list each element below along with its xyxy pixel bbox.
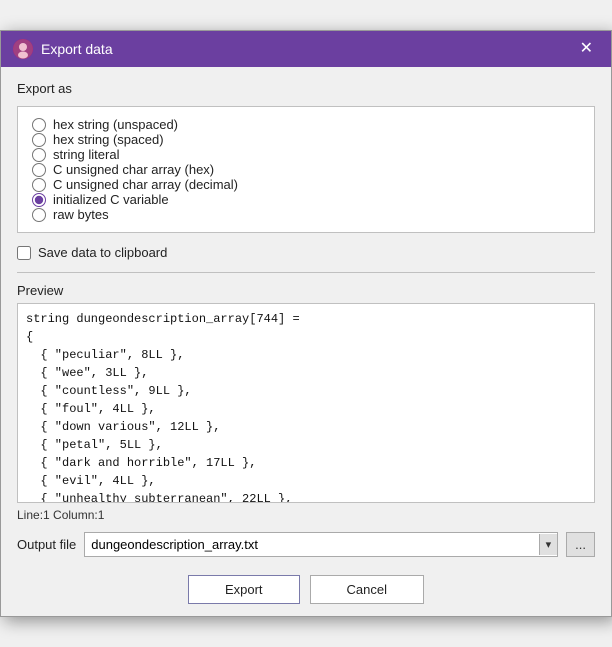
radio-label-hex_spaced: hex string (spaced) — [53, 132, 164, 147]
output-file-row: Output file ▾ ... — [17, 532, 595, 557]
radio-c_unsigned_decimal[interactable] — [32, 178, 46, 192]
title-bar: Export data ✕ — [1, 31, 611, 67]
preview-line: { "countless", 9LL }, — [26, 382, 586, 400]
export-options-group: hex string (unspaced)hex string (spaced)… — [17, 106, 595, 233]
radio-hex_spaced[interactable] — [32, 133, 46, 147]
radio-option-initialized_c[interactable]: initialized C variable — [32, 192, 580, 207]
separator — [17, 272, 595, 273]
preview-line: { "down various", 12LL }, — [26, 418, 586, 436]
radio-label-c_unsigned_hex: C unsigned char array (hex) — [53, 162, 214, 177]
radio-label-hex_unspaced: hex string (unspaced) — [53, 117, 178, 132]
preview-line: { "wee", 3LL }, — [26, 364, 586, 382]
browse-button[interactable]: ... — [566, 532, 595, 557]
preview-line: { — [26, 328, 586, 346]
cancel-button[interactable]: Cancel — [310, 575, 424, 604]
preview-line: string dungeondescription_array[744] = — [26, 310, 586, 328]
radio-hex_unspaced[interactable] — [32, 118, 46, 132]
radio-option-hex_spaced[interactable]: hex string (spaced) — [32, 132, 580, 147]
dialog-title: Export data — [41, 41, 113, 57]
save-clipboard-checkbox[interactable] — [17, 246, 31, 260]
radio-raw_bytes[interactable] — [32, 208, 46, 222]
preview-line: { "peculiar", 8LL }, — [26, 346, 586, 364]
radio-string_literal[interactable] — [32, 148, 46, 162]
preview-line: { "petal", 5LL }, — [26, 436, 586, 454]
export-as-label: Export as — [17, 81, 595, 96]
status-bar: Line:1 Column:1 — [17, 508, 595, 522]
preview-box[interactable]: string dungeondescription_array[744] = { … — [17, 303, 595, 503]
radio-option-hex_unspaced[interactable]: hex string (unspaced) — [32, 117, 580, 132]
preview-line: { "foul", 4LL }, — [26, 400, 586, 418]
dialog-body: Export as hex string (unspaced)hex strin… — [1, 67, 611, 616]
export-dialog: Export data ✕ Export as hex string (unsp… — [0, 30, 612, 617]
output-file-dropdown-btn[interactable]: ▾ — [539, 534, 558, 555]
radio-c_unsigned_hex[interactable] — [32, 163, 46, 177]
app-icon — [13, 39, 33, 59]
output-file-input-wrapper: ▾ — [84, 532, 558, 557]
radio-option-c_unsigned_hex[interactable]: C unsigned char array (hex) — [32, 162, 580, 177]
preview-line: { "unhealthy subterranean", 22LL }, — [26, 490, 586, 503]
action-row: Export Cancel — [17, 571, 595, 604]
close-button[interactable]: ✕ — [574, 39, 599, 59]
output-file-input[interactable] — [85, 533, 538, 556]
preview-label: Preview — [17, 283, 595, 298]
radio-label-string_literal: string literal — [53, 147, 119, 162]
radio-label-initialized_c: initialized C variable — [53, 192, 169, 207]
export-button[interactable]: Export — [188, 575, 300, 604]
radio-initialized_c[interactable] — [32, 193, 46, 207]
radio-option-raw_bytes[interactable]: raw bytes — [32, 207, 580, 222]
radio-option-string_literal[interactable]: string literal — [32, 147, 580, 162]
preview-line: { "evil", 4LL }, — [26, 472, 586, 490]
radio-label-c_unsigned_decimal: C unsigned char array (decimal) — [53, 177, 238, 192]
radio-option-c_unsigned_decimal[interactable]: C unsigned char array (decimal) — [32, 177, 580, 192]
save-clipboard-row[interactable]: Save data to clipboard — [17, 245, 595, 260]
radio-label-raw_bytes: raw bytes — [53, 207, 109, 222]
output-file-label: Output file — [17, 537, 76, 552]
save-clipboard-label: Save data to clipboard — [38, 245, 167, 260]
preview-line: { "dark and horrible", 17LL }, — [26, 454, 586, 472]
title-bar-left: Export data — [13, 39, 113, 59]
